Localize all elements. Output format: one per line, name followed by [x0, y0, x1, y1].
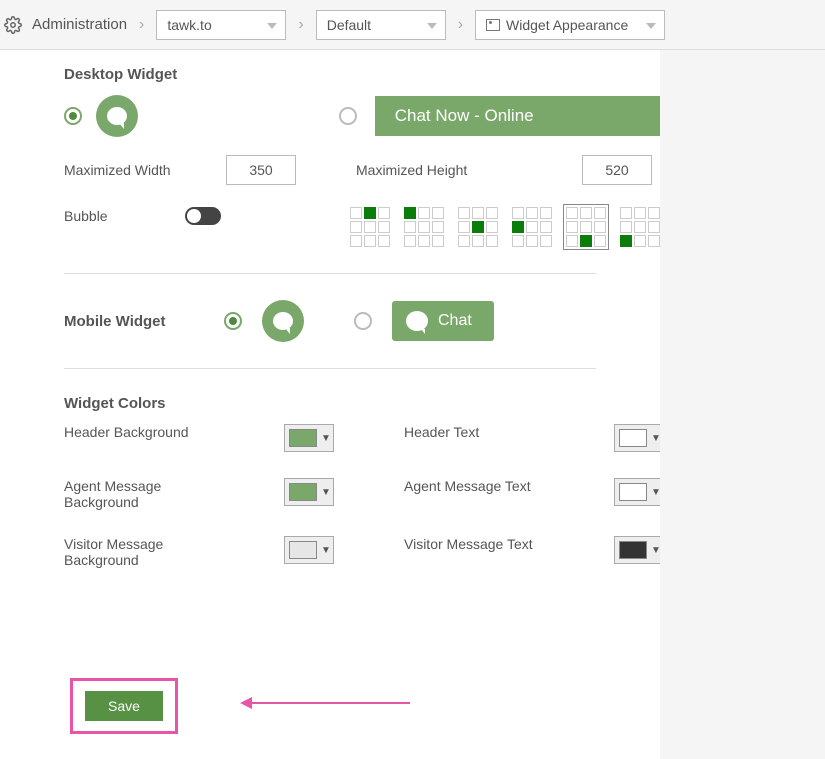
- header-text-label: Header Text: [404, 424, 554, 452]
- site-dropdown[interactable]: tawk.to: [156, 10, 286, 40]
- chevron-down-icon: ▼: [321, 433, 331, 444]
- position-grid-set: [350, 207, 660, 247]
- chevron-down-icon: ▼: [321, 545, 331, 556]
- site-dropdown-label: tawk.to: [167, 17, 211, 33]
- breadcrumb-root[interactable]: Administration: [32, 16, 127, 33]
- gear-icon: [4, 16, 22, 34]
- visitor-text-label: Visitor Message Text: [404, 536, 554, 568]
- header-bg-picker[interactable]: ▼: [284, 424, 334, 452]
- chevron-right-icon: ›: [296, 16, 305, 34]
- colors-grid: Header Background ▼ Header Text ▼ Agent …: [64, 424, 660, 568]
- chat-now-preview: Chat Now - Online: [375, 96, 660, 136]
- widget-colors-title: Widget Colors: [64, 395, 660, 412]
- position-option-mr[interactable]: [512, 207, 552, 247]
- save-button[interactable]: Save: [85, 691, 163, 721]
- agent-text-label: Agent Message Text: [404, 478, 554, 510]
- save-highlight: Save: [70, 678, 178, 734]
- image-icon: [486, 19, 500, 31]
- chevron-down-icon: ▼: [321, 487, 331, 498]
- main-panel: Desktop Widget Chat Now - Online Maximiz…: [0, 50, 660, 759]
- widget-dropdown[interactable]: Default: [316, 10, 446, 40]
- divider: [64, 368, 596, 369]
- chevron-right-icon: ›: [456, 16, 465, 34]
- mobile-bubble-radio[interactable]: [224, 312, 242, 330]
- max-width-input[interactable]: [226, 155, 296, 185]
- mobile-widget-title: Mobile Widget: [64, 313, 204, 330]
- page-dropdown[interactable]: Widget Appearance: [475, 10, 665, 40]
- agent-text-picker[interactable]: ▼: [614, 478, 664, 506]
- position-option-bl[interactable]: [620, 207, 660, 247]
- mobile-chat-label: Chat: [438, 312, 472, 330]
- max-width-label: Maximized Width: [64, 162, 171, 178]
- max-height-input[interactable]: [582, 155, 652, 185]
- position-option-ml[interactable]: [458, 207, 498, 247]
- mobile-bubble-icon: [262, 300, 304, 342]
- agent-bg-picker[interactable]: ▼: [284, 478, 334, 506]
- mobile-bar-radio[interactable]: [354, 312, 372, 330]
- bubble-preview-icon: [96, 95, 138, 137]
- desktop-bubble-radio[interactable]: [64, 107, 82, 125]
- annotation-arrow: [250, 702, 410, 704]
- breadcrumb-bar: Administration › tawk.to › Default › Wid…: [0, 0, 825, 50]
- mobile-chat-preview: Chat: [392, 301, 494, 341]
- agent-bg-label: Agent Message Background: [64, 478, 224, 510]
- widget-dropdown-label: Default: [327, 17, 371, 33]
- position-option-br[interactable]: [566, 207, 606, 247]
- desktop-widget-title: Desktop Widget: [64, 66, 660, 83]
- visitor-bg-label: Visitor Message Background: [64, 536, 224, 568]
- visitor-text-picker[interactable]: ▼: [614, 536, 664, 564]
- position-option-tr[interactable]: [404, 207, 444, 247]
- bubble-label: Bubble: [64, 208, 108, 224]
- bubble-toggle[interactable]: [185, 207, 221, 225]
- page-dropdown-label: Widget Appearance: [506, 17, 628, 33]
- position-option-tl[interactable]: [350, 207, 390, 247]
- visitor-bg-picker[interactable]: ▼: [284, 536, 334, 564]
- side-gutter: [660, 50, 825, 759]
- max-height-label: Maximized Height: [356, 162, 467, 178]
- divider: [64, 273, 596, 274]
- header-bg-label: Header Background: [64, 424, 224, 452]
- desktop-bar-radio[interactable]: [339, 107, 357, 125]
- chat-bubble-icon: [406, 311, 428, 331]
- header-text-picker[interactable]: ▼: [614, 424, 664, 452]
- chevron-right-icon: ›: [137, 16, 146, 34]
